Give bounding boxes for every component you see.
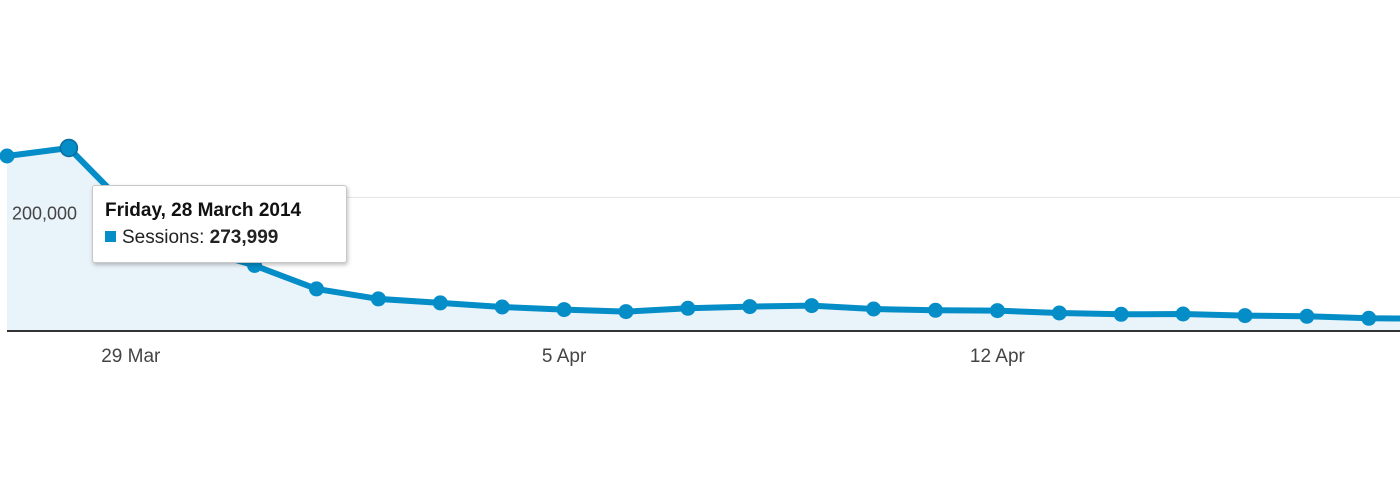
tooltip-date: Friday, 28 March 2014 [105,200,302,221]
data-point [494,299,510,315]
data-point [1361,310,1377,326]
data-point [989,303,1005,319]
data-point [556,302,572,318]
tooltip-series-row: Sessions: 273,999 [105,226,346,250]
data-point [928,302,943,318]
data-point [1299,308,1315,324]
data-point-tooltip: Friday, 28 March 2014 Sessions: 273,999 [92,185,347,263]
tooltip-value: 273,999 [209,227,279,248]
data-point [866,301,882,317]
data-point [1051,305,1067,321]
data-point [432,295,448,311]
data-point [0,148,15,164]
data-point [1237,308,1253,324]
data-point [618,304,634,320]
series-color-swatch [105,231,116,242]
y-axis-tick-labels: 200,000 [12,203,77,223]
x-tick-label: 12 Apr [970,346,1026,367]
data-point [742,299,758,315]
data-point [59,138,79,158]
y-tick-label: 200,000 [12,203,77,223]
x-tick-label: 5 Apr [542,346,587,367]
data-point [1175,306,1191,322]
data-point [370,291,386,307]
data-point [309,281,324,297]
data-point [804,298,820,314]
x-tick-label: 29 Mar [101,346,161,367]
data-point [1113,306,1129,322]
x-axis-tick-labels: 29 Mar 5 Apr 12 Apr [101,346,1025,367]
tooltip-series-label: Sessions: [122,227,205,248]
data-point [680,300,696,316]
